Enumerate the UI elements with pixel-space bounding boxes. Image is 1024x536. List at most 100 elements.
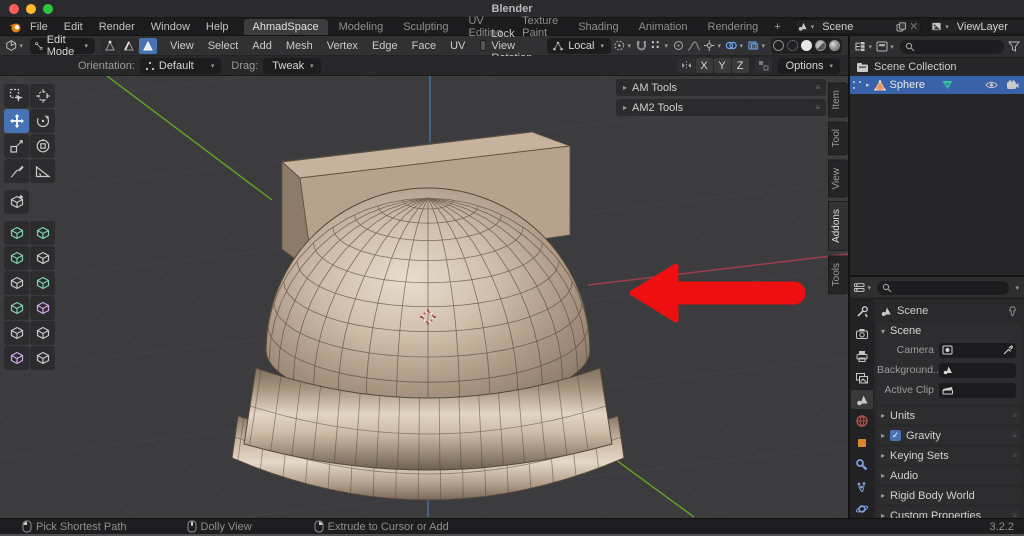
menu-help[interactable]: Help [198,19,237,35]
snap-options-icon[interactable] [754,58,772,73]
sidebar-tab-item[interactable]: Item [828,82,848,118]
viewport-canvas[interactable] [0,76,848,518]
edge-select-button[interactable] [120,37,139,54]
workspace-tab-animation[interactable]: Animation [630,19,697,35]
expand-icon[interactable]: ▸ [866,81,870,89]
wireframe2-shading-button[interactable] [787,40,798,51]
properties-editor-type-button[interactable]: ▾ [853,280,873,296]
workspace-tab-sculpting[interactable]: Sculpting [394,19,457,35]
tool-smooth[interactable] [30,296,55,320]
panel-rigid-body-world[interactable]: ▸ Rigid Body World [877,487,1021,504]
3d-viewport[interactable]: ▸ AM Tools ≡ ▸ AM2 Tools ≡ Item Tool View Addons… [0,76,848,518]
sidebar-tab-tool[interactable]: Tool [828,121,848,156]
vertex-select-button[interactable] [101,37,120,54]
outliner-search-input[interactable] [900,39,1004,54]
tool-scale[interactable] [4,134,29,158]
gravity-checkbox[interactable]: ✓ [890,430,902,441]
viewport-menu-face[interactable]: Face [405,38,443,54]
proportional-editing-button[interactable] [672,38,685,54]
panel-gravity[interactable]: ▸ ✓ Gravity ≡ [877,427,1021,444]
tool-knife[interactable] [4,271,29,295]
blender-logo-icon[interactable] [8,20,22,34]
render-camera-icon[interactable] [1006,80,1019,90]
tool-add-cube[interactable] [4,190,29,214]
tool-rotate[interactable] [30,109,55,133]
drag-handle-icon[interactable]: ≡ [1012,431,1017,440]
snap-target-dropdown[interactable]: ▾ [650,38,670,54]
workspace-tab-shading[interactable]: Shading [569,19,627,35]
field-camera[interactable] [939,342,1016,358]
pivot-point-dropdown[interactable]: ▾ [613,38,633,54]
new-scene-icon[interactable] [894,20,907,33]
overlays-dropdown[interactable]: ▾ [725,38,745,54]
mirror-z-button[interactable]: Z [731,58,749,73]
drag-handle-icon[interactable]: ≡ [815,104,820,112]
face-select-button[interactable] [139,37,158,54]
viewport-menu-view[interactable]: View [163,38,201,54]
material-preview-button[interactable] [815,40,826,51]
options-dropdown[interactable]: Options ▾ [776,57,840,74]
outliner-display-mode-button[interactable]: ▾ [876,39,896,55]
eyedropper-icon[interactable] [1003,345,1013,355]
properties-tab-view-layer[interactable] [851,368,873,387]
drag-handle-icon[interactable]: ≡ [1012,451,1017,460]
viewport-menu-vertex[interactable]: Vertex [320,38,365,54]
tool-shear[interactable] [4,346,29,370]
editor-type-button[interactable]: ▾ [5,38,25,54]
pin-icon[interactable] [1007,306,1018,317]
tool-shrink-fatten[interactable] [30,321,55,345]
npanel-am-tools[interactable]: ▸ AM Tools ≡ [616,79,826,96]
workspace-tab-ahmadspace[interactable]: AhmadSpace [243,18,328,35]
properties-tab-world[interactable] [851,412,873,431]
tool-inset-faces[interactable] [30,221,55,245]
drag-handle-icon[interactable]: ≡ [1012,511,1017,518]
field-background-[interactable] [939,362,1016,378]
field-active-clip[interactable] [939,382,1016,398]
mirror-x-button[interactable]: X [695,58,713,73]
visibility-eye-icon[interactable] [985,80,998,90]
xray-toggle-button[interactable]: ▾ [747,38,767,54]
viewlayer-selector[interactable]: ▾ ViewLayer ✕ [929,19,1024,34]
properties-tab-object[interactable] [851,434,873,453]
viewport-menu-add[interactable]: Add [245,38,279,54]
tool-cursor[interactable] [30,84,55,108]
wireframe-shading-button[interactable] [773,40,784,51]
properties-tab-particles[interactable] [851,477,873,496]
proportional-falloff-dropdown[interactable] [687,38,701,54]
workspace-tab-modeling[interactable]: Modeling [330,19,393,35]
properties-tab-render[interactable] [851,325,873,344]
viewport-menu-uv[interactable]: UV [443,38,472,54]
add-workspace-button[interactable]: + [768,21,786,33]
panel-custom-properties[interactable]: ▸ Custom Properties ≡ [877,507,1021,518]
workspace-tab-rendering[interactable]: Rendering [699,19,768,35]
mirror-y-button[interactable]: Y [713,58,731,73]
sidebar-tab-tools[interactable]: Tools [828,255,848,295]
tool-rip-region[interactable] [30,346,55,370]
npanel-am2-tools[interactable]: ▸ AM2 Tools ≡ [616,99,826,116]
mode-dropdown[interactable]: Edit Mode ▾ [30,34,96,58]
tool-poly-build[interactable] [30,271,55,295]
snap-toggle-button[interactable] [635,38,648,54]
outliner-object-row[interactable]: ▸ Sphere [850,76,1024,94]
viewport-menu-mesh[interactable]: Mesh [279,38,320,54]
menu-file[interactable]: File [22,19,56,35]
properties-tab-tool[interactable] [851,303,873,322]
lock-view-rotation-checkbox[interactable] [480,40,487,51]
properties-search-input[interactable] [877,280,1010,295]
scene-selector[interactable]: ▾ Scene ✕ [794,19,922,34]
viewport-menu-select[interactable]: Select [201,38,246,54]
tool-bevel[interactable] [4,246,29,270]
menu-edit[interactable]: Edit [56,19,91,35]
tool-loop-cut[interactable] [30,246,55,270]
properties-tab-modifiers[interactable] [851,456,873,475]
tool-extrude-region[interactable] [4,221,29,245]
panel-units[interactable]: ▸ Units ≡ [877,407,1021,424]
drag-handle-icon[interactable]: ≡ [1012,411,1017,420]
tool-measure[interactable] [30,159,55,183]
menu-render[interactable]: Render [91,19,143,35]
collapse-icon[interactable]: ▾ [881,327,885,336]
properties-tab-output[interactable] [851,347,873,366]
tool-annotate[interactable] [4,159,29,183]
tool-edge-slide[interactable] [4,321,29,345]
transform-orientation-dropdown[interactable]: Local ▾ [547,37,611,54]
